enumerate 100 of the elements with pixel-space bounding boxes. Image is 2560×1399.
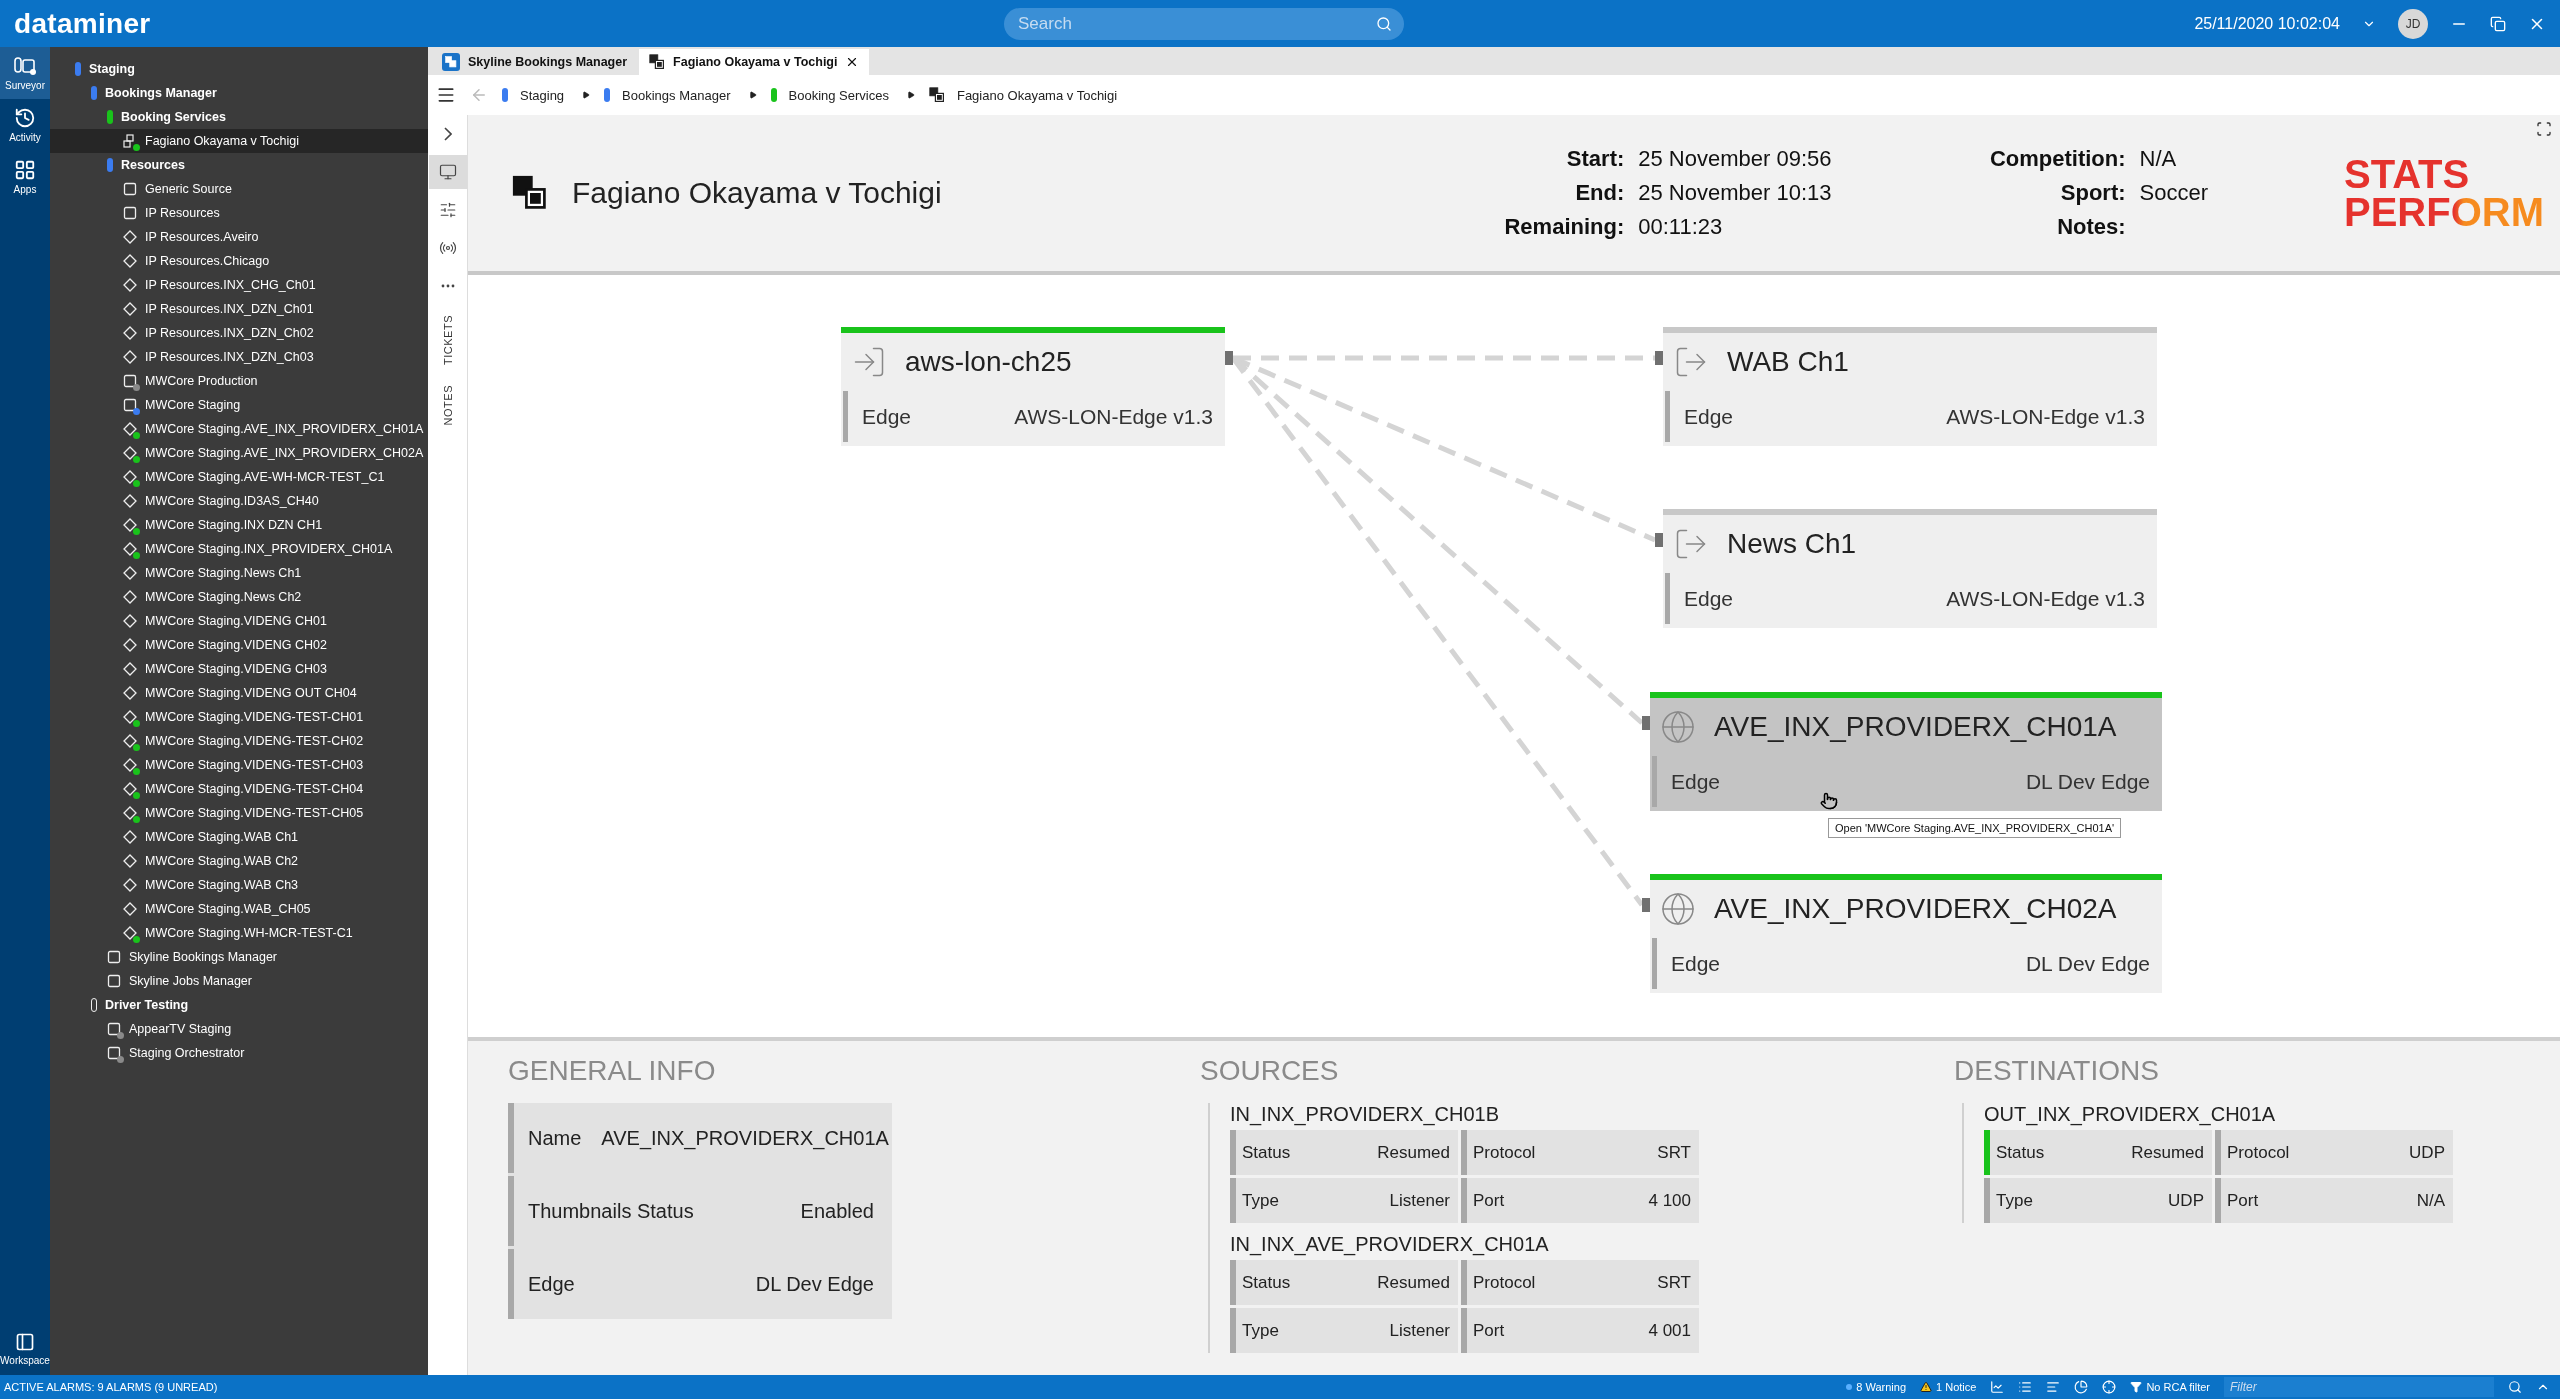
list-icon[interactable] <box>2018 1380 2033 1394</box>
tree-item[interactable]: Skyline Bookings Manager <box>50 945 428 969</box>
node-port[interactable] <box>1225 351 1233 365</box>
tree-item[interactable]: MWCore Staging.WH-MCR-TEST-C1 <box>50 921 428 945</box>
breadcrumb-item[interactable]: Fagiano Okayama v Tochigi <box>928 87 1122 103</box>
tree-item[interactable]: AppearTV Staging <box>50 1017 428 1041</box>
tree-item[interactable]: Generic Source <box>50 177 428 201</box>
menu-icon[interactable] <box>436 85 456 105</box>
tree-item[interactable]: Staging <box>50 57 428 81</box>
node-port[interactable] <box>1655 351 1663 365</box>
tree-item[interactable]: MWCore Staging.VIDENG CH02 <box>50 633 428 657</box>
tree-item-label: MWCore Staging.News Ch2 <box>145 590 302 604</box>
service-icon <box>123 830 137 844</box>
tree-item[interactable]: IP Resources <box>50 201 428 225</box>
tree-item[interactable]: MWCore Staging <box>50 393 428 417</box>
tree-item-label: MWCore Staging.WH-MCR-TEST-C1 <box>145 926 353 940</box>
tree-item[interactable]: MWCore Staging.VIDENG OUT CH04 <box>50 681 428 705</box>
tree-item[interactable]: MWCore Staging.AVE_INX_PROVIDERX_CH02A <box>50 441 428 465</box>
tree-item[interactable]: IP Resources.Chicago <box>50 249 428 273</box>
tree-item-label: MWCore Staging.VIDENG-TEST-CH03 <box>145 758 364 772</box>
tree-item[interactable]: Skyline Jobs Manager <box>50 969 428 993</box>
restore-icon[interactable] <box>2490 15 2506 32</box>
tree-item[interactable]: IP Resources.Aveiro <box>50 225 428 249</box>
service-icon <box>123 686 137 700</box>
tree-item[interactable]: IP Resources.INX_CHG_Ch01 <box>50 273 428 297</box>
tree-item[interactable]: MWCore Staging.ID3AS_CH40 <box>50 489 428 513</box>
tree-item[interactable]: MWCore Staging.VIDENG-TEST-CH05 <box>50 801 428 825</box>
tree-item[interactable]: IP Resources.INX_DZN_Ch03 <box>50 345 428 369</box>
tree-item[interactable]: MWCore Production <box>50 369 428 393</box>
tree-item[interactable]: MWCore Staging.VIDENG CH03 <box>50 657 428 681</box>
node-port[interactable] <box>1642 898 1650 912</box>
tree-item[interactable]: MWCore Staging.INX DZN CH1 <box>50 513 428 537</box>
align-left-icon[interactable] <box>2046 1380 2061 1394</box>
tree-item-label: MWCore Staging.AVE_INX_PROVIDERX_CH02A <box>145 446 424 460</box>
node-card[interactable]: AVE_INX_PROVIDERX_CH02A Edge DL Dev Edge <box>1650 874 2162 993</box>
tree-item[interactable]: MWCore Staging.WAB_CH05 <box>50 897 428 921</box>
node-card[interactable]: AVE_INX_PROVIDERX_CH01A Edge DL Dev Edge <box>1650 692 2162 811</box>
search-input[interactable]: Search <box>1016 12 1376 35</box>
service-icon <box>123 326 137 340</box>
node-port[interactable] <box>1655 533 1663 547</box>
fullscreen-icon[interactable] <box>2536 121 2552 137</box>
rail-item[interactable]: Activity <box>0 99 50 151</box>
property-value: SRT <box>1657 1142 1691 1163</box>
tree-item[interactable]: MWCore Staging.VIDENG-TEST-CH04 <box>50 777 428 801</box>
tree-item[interactable]: Resources <box>50 153 428 177</box>
tree-item[interactable]: MWCore Staging.VIDENG CH01 <box>50 609 428 633</box>
tree-item[interactable]: Driver Testing <box>50 993 428 1017</box>
tree-item[interactable]: Bookings Manager <box>50 81 428 105</box>
node-card[interactable]: WAB Ch1 Edge AWS-LON-Edge v1.3 <box>1663 327 2157 446</box>
tree-item[interactable]: MWCore Staging.WAB Ch2 <box>50 849 428 873</box>
tree-item[interactable]: Booking Services <box>50 105 428 129</box>
tree-item[interactable]: MWCore Staging.AVE_INX_PROVIDERX_CH01A <box>50 417 428 441</box>
property-label: Status <box>1242 1142 1291 1163</box>
tab[interactable]: Fagiano Okayama v Tochigi <box>639 49 870 75</box>
booking-icon <box>928 87 945 103</box>
node-port[interactable] <box>1642 716 1650 730</box>
tree-item[interactable]: MWCore Staging.AVE-WH-MCR-TEST_C1 <box>50 465 428 489</box>
rail-item[interactable]: Surveyor <box>0 47 50 99</box>
node-value: DL Dev Edge <box>2025 769 2150 794</box>
panel-tab[interactable]: TICKETS <box>441 315 454 365</box>
tree-item[interactable]: MWCore Staging.VIDENG-TEST-CH01 <box>50 705 428 729</box>
tree-item[interactable]: MWCore Staging.VIDENG-TEST-CH02 <box>50 729 428 753</box>
search-field[interactable]: Search <box>1004 7 1404 40</box>
surveyor-icon <box>13 55 37 77</box>
warning-count[interactable]: 8 Warning <box>1846 1381 1907 1393</box>
rca-filter[interactable]: No RCA filter <box>2130 1381 2210 1393</box>
chart-icon[interactable] <box>1990 1380 2005 1394</box>
user-avatar[interactable]: JD <box>2398 8 2428 39</box>
node-card[interactable]: News Ch1 Edge AWS-LON-Edge v1.3 <box>1663 509 2157 628</box>
node-card[interactable]: aws-lon-ch25 Edge AWS-LON-Edge v1.3 <box>841 327 1225 446</box>
alarm-summary[interactable]: ACTIVE ALARMS: 9 ALARMS (9 UNREAD) <box>4 1381 218 1393</box>
tree-item[interactable]: MWCore Staging.INX_PROVIDERX_CH01A <box>50 537 428 561</box>
rail-item[interactable]: Apps <box>0 151 50 203</box>
breadcrumb-item[interactable]: Bookings Manager <box>604 87 735 103</box>
property-value: UDP <box>2168 1190 2204 1211</box>
tree-item[interactable]: MWCore Staging.WAB Ch1 <box>50 825 428 849</box>
tree-item[interactable]: IP Resources.INX_DZN_Ch01 <box>50 297 428 321</box>
rail-item[interactable]: Workspace <box>0 1323 50 1375</box>
pie-chart-icon[interactable] <box>2074 1380 2089 1394</box>
panel-tab[interactable]: NOTES <box>441 384 454 426</box>
breadcrumb-item[interactable]: Staging <box>502 87 569 103</box>
tool-button[interactable] <box>428 155 467 189</box>
tree-item[interactable]: MWCore Staging.VIDENG-TEST-CH03 <box>50 753 428 777</box>
search-icon[interactable] <box>2508 1380 2522 1394</box>
property-label: Status <box>1242 1272 1291 1293</box>
tree-item[interactable]: Staging Orchestrator <box>50 1041 428 1065</box>
tree-item[interactable]: MWCore Staging.News Ch1 <box>50 561 428 585</box>
tree-item-label: IP Resources.Aveiro <box>145 230 259 244</box>
breadcrumb-item[interactable]: Booking Services <box>770 87 893 103</box>
tree-item-label: MWCore Staging.VIDENG CH02 <box>145 638 327 652</box>
tree-item[interactable]: MWCore Staging.WAB Ch3 <box>50 873 428 897</box>
tree-item-label: Skyline Jobs Manager <box>129 974 252 988</box>
notice-count[interactable]: 1 Notice <box>1920 1381 1977 1393</box>
tree-item[interactable]: MWCore Staging.News Ch2 <box>50 585 428 609</box>
tree-item-label: MWCore Staging.INX_PROVIDERX_CH01A <box>145 542 393 556</box>
target-icon[interactable] <box>2102 1380 2117 1394</box>
tree-item[interactable]: Fagiano Okayama v Tochigi <box>50 129 428 153</box>
tree-item[interactable]: IP Resources.INX_DZN_Ch02 <box>50 321 428 345</box>
filter-field[interactable]: Filter <box>2224 1377 2494 1397</box>
field-label: Start: <box>1565 146 1625 172</box>
